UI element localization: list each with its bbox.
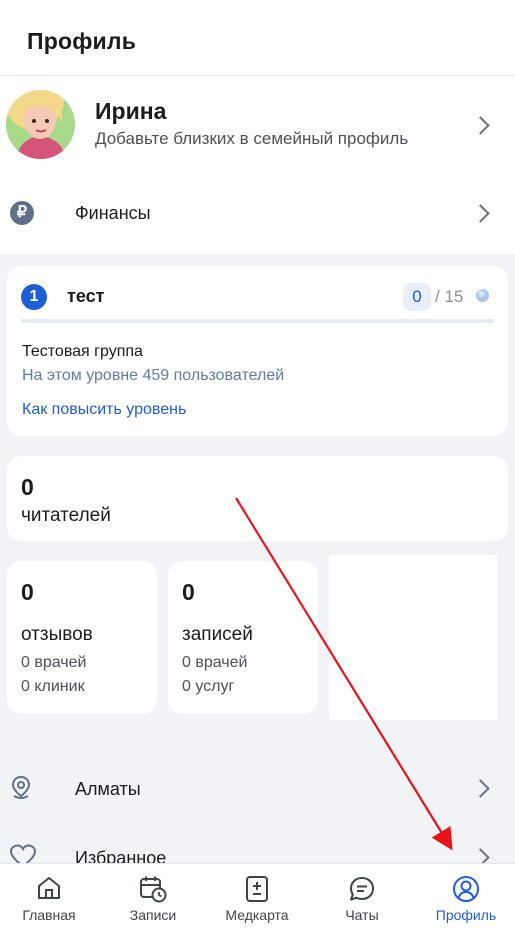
- tab-appointments-label: Записи: [129, 907, 177, 923]
- group-users-count: На этом уровне 459 пользователей: [22, 367, 285, 384]
- how-to-level-up-link[interactable]: Как повысить уровень: [22, 401, 186, 419]
- city-row[interactable]: Алматы: [0, 763, 515, 813]
- page-title: Профиль: [27, 28, 137, 54]
- chevron-right-icon: [471, 116, 490, 135]
- records-label: записей: [182, 624, 253, 645]
- tab-medical-record-label: Медкарта: [225, 907, 289, 923]
- level-total-points: / 15: [435, 287, 464, 306]
- tab-chats[interactable]: Чаты: [317, 864, 407, 937]
- tab-medical-record[interactable]: Медкарта: [212, 864, 302, 937]
- finance-row[interactable]: ₽ Финансы: [0, 188, 515, 238]
- level-gem-icon: [476, 289, 489, 302]
- medical-record-icon: [246, 876, 268, 902]
- records-count: 0: [182, 579, 195, 605]
- group-name: Тестовая группа: [22, 343, 143, 360]
- tab-appointments[interactable]: Записи: [108, 864, 198, 937]
- level-card[interactable]: 1 тест 0 / 15 Тестовая группа На этом ур…: [7, 266, 508, 436]
- reviews-count: 0: [21, 579, 34, 605]
- reviews-doctors: 0 врачей: [21, 654, 87, 671]
- readers-count: 0: [21, 474, 34, 500]
- top-bar: Профиль: [0, 0, 515, 76]
- level-progress-bar: [21, 319, 494, 323]
- profile-row[interactable]: Ирина Добавьте близких в семейный профил…: [0, 86, 515, 164]
- records-services: 0 услуг: [182, 678, 235, 695]
- reviews-label: отзывов: [21, 624, 93, 645]
- city-label: Алматы: [75, 779, 141, 799]
- ruble-icon: ₽: [10, 201, 34, 225]
- reviews-card[interactable]: 0 отзывов 0 врачей 0 клиник: [7, 561, 157, 714]
- chat-icon: [350, 877, 374, 901]
- tab-home-label: Главная: [22, 907, 76, 923]
- calendar-clock-icon: [140, 876, 167, 903]
- level-name: тест: [67, 286, 105, 306]
- records-card[interactable]: 0 записей 0 врачей 0 услуг: [168, 561, 318, 714]
- readers-label: читателей: [21, 505, 111, 526]
- family-profile-hint: Добавьте близких в семейный профиль: [95, 129, 409, 148]
- chevron-right-icon: [471, 204, 490, 223]
- tab-profile-label: Профиль: [435, 907, 497, 923]
- records-doctors: 0 врачей: [182, 654, 248, 671]
- readers-card[interactable]: 0 читателей: [7, 456, 508, 541]
- location-pin-icon: [11, 775, 31, 799]
- level-current-points: 0: [403, 283, 431, 311]
- empty-card: [329, 555, 497, 720]
- tab-home[interactable]: Главная: [4, 864, 94, 937]
- avatar[interactable]: [6, 90, 75, 159]
- finance-label: Финансы: [75, 203, 151, 223]
- tab-chats-label: Чаты: [345, 907, 379, 923]
- home-icon: [38, 877, 60, 899]
- profile-name: Ирина: [95, 98, 167, 124]
- profile-icon: [453, 876, 479, 902]
- bottom-tab-bar: Главная Записи Медкарта Чаты Профиль: [0, 863, 515, 937]
- reviews-clinics: 0 клиник: [21, 678, 85, 695]
- tab-profile[interactable]: Профиль: [421, 864, 511, 937]
- level-number-badge: 1: [21, 284, 47, 310]
- chevron-right-icon: [471, 779, 490, 798]
